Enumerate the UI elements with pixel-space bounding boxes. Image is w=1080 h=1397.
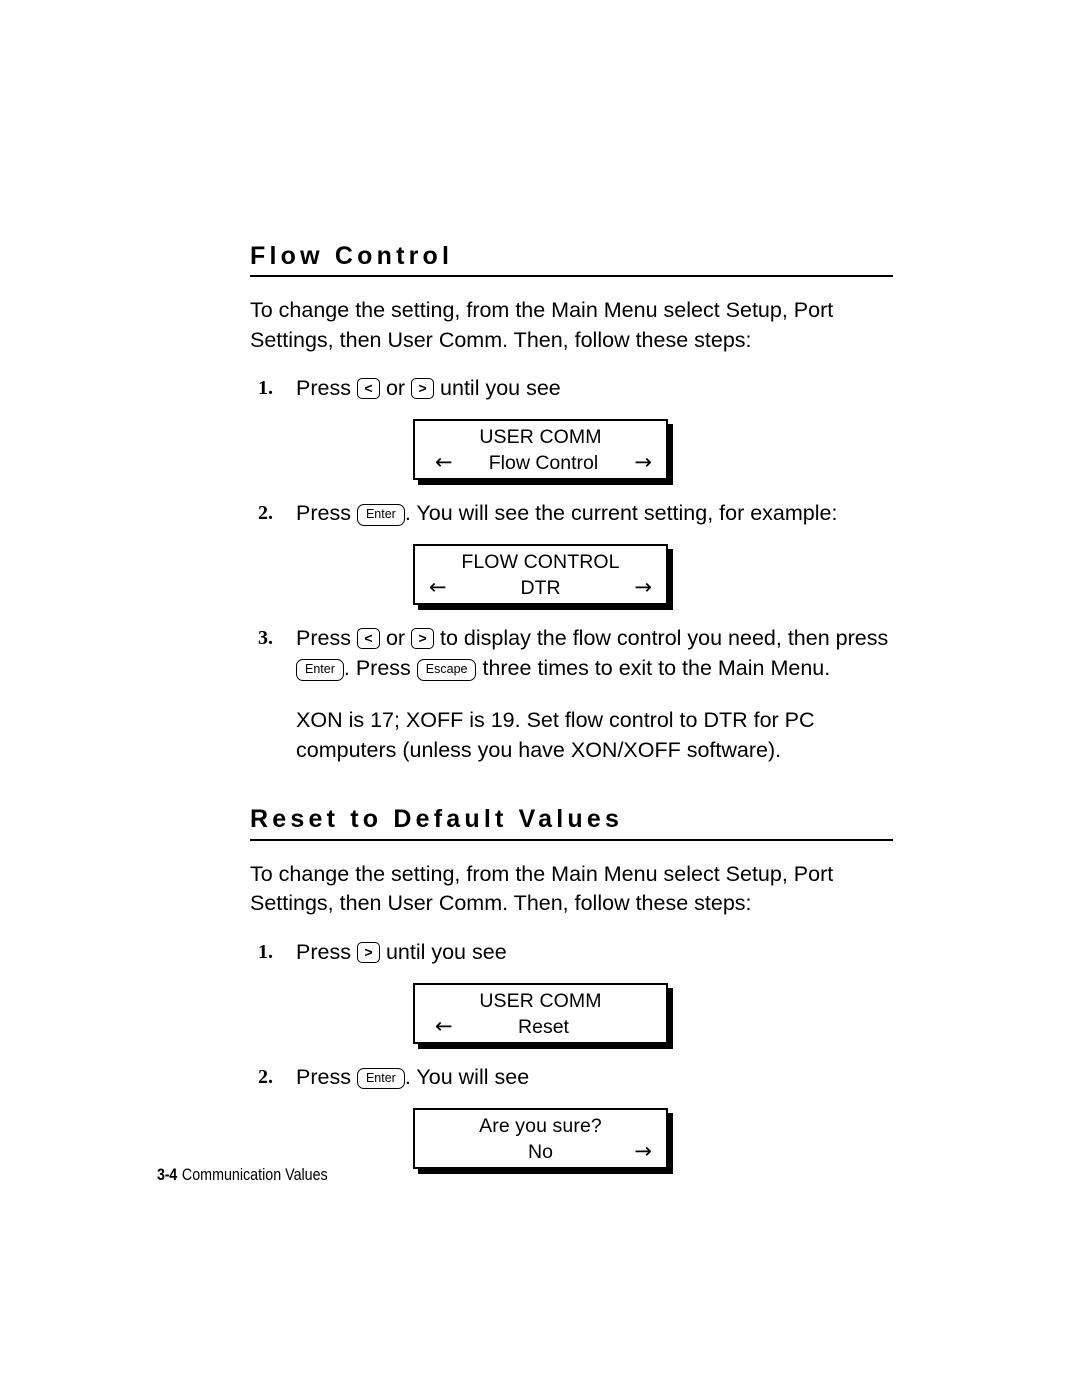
page-content: Flow Control To change the setting, from… xyxy=(250,243,896,1174)
step-text: to display the flow control you need, th… xyxy=(440,626,889,651)
key-enter[interactable]: Enter xyxy=(356,1067,405,1089)
step-item: 1. Press < or > until you see xyxy=(250,373,896,403)
step-item: 2. Press Enter. You will see xyxy=(250,1062,896,1092)
lcd-line-2-row: ← No → xyxy=(415,1139,666,1165)
step-item: 3. Press < or > to display the flow cont… xyxy=(250,623,896,683)
lcd-line-1: USER COMM xyxy=(479,426,602,449)
lcd-display-wrapper: Are you sure? ← No → xyxy=(413,1107,673,1174)
step-note-wrapper: XON is 17; XOFF is 19. Set flow control … xyxy=(250,706,896,765)
footer-page-number: 3-4 xyxy=(157,1165,177,1184)
key-escape[interactable]: Escape xyxy=(416,659,477,681)
step-number: 2. xyxy=(258,1065,273,1088)
lcd-right-arrow-icon: → xyxy=(634,1138,652,1163)
step-text: Press xyxy=(296,626,351,651)
lcd-right-arrow-icon: → xyxy=(634,575,652,600)
lcd-display-user-comm-flow-control: USER COMM ← Flow Control → xyxy=(413,419,668,481)
lcd-line-2: Reset xyxy=(518,1015,569,1038)
key-left-arrow[interactable]: < xyxy=(356,628,380,650)
step-item: 1. Press > until you see xyxy=(250,937,896,967)
key-enter[interactable]: Enter xyxy=(296,659,344,681)
page-footer: 3-4 Communication Values xyxy=(157,1165,328,1185)
step-text: Press xyxy=(296,501,351,526)
lcd-line-2: No xyxy=(528,1140,553,1163)
step-text: until you see xyxy=(385,939,507,964)
lcd-line-2-row: ← Flow Control → xyxy=(415,450,666,476)
lcd-display-wrapper: USER COMM ← Flow Control → xyxy=(413,419,673,486)
step-number: 2. xyxy=(258,502,273,525)
lcd-display-wrapper: USER COMM ← Reset → xyxy=(413,982,673,1049)
section-intro-flow-control: To change the setting, from the Main Men… xyxy=(250,298,834,352)
step-number: 3. xyxy=(258,627,273,650)
key-enter[interactable]: Enter xyxy=(356,504,405,526)
step-text: three times to exit to the Main Menu. xyxy=(482,656,831,681)
flow-control-note: XON is 17; XOFF is 19. Set flow control … xyxy=(296,708,815,762)
section-heading-reset-to-default-values: Reset to Default Values xyxy=(250,806,893,841)
step-text: Press xyxy=(296,376,351,401)
lcd-line-1: USER COMM xyxy=(479,989,602,1012)
lcd-right-arrow-icon: → xyxy=(634,450,652,475)
lcd-display-wrapper: FLOW CONTROL ← DTR → xyxy=(413,544,673,611)
step-text: until you see xyxy=(440,376,561,401)
lcd-line-2: Flow Control xyxy=(488,452,599,475)
step-text: or xyxy=(385,626,406,651)
step-item: 2. Press Enter. You will see the current… xyxy=(250,498,896,528)
lcd-line-1: FLOW CONTROL xyxy=(461,551,620,574)
footer-chapter-title: Communication Values xyxy=(181,1165,328,1184)
key-right-arrow[interactable]: > xyxy=(356,941,380,963)
section-intro-reset: To change the setting, from the Main Men… xyxy=(250,861,834,916)
key-right-arrow[interactable]: > xyxy=(411,378,435,400)
lcd-display-are-you-sure: Are you sure? ← No → xyxy=(413,1107,668,1169)
lcd-line-2-row: ← DTR → xyxy=(415,575,666,601)
step-text: . You will see the current setting, for … xyxy=(404,501,838,526)
lcd-line-2-row: ← Reset → xyxy=(415,1014,666,1040)
key-left-arrow[interactable]: < xyxy=(356,378,380,400)
step-text: . You will see xyxy=(404,1064,530,1089)
section-heading-flow-control: Flow Control xyxy=(250,243,893,278)
lcd-left-arrow-icon: ← xyxy=(429,575,447,600)
document-page: Flow Control To change the setting, from… xyxy=(0,0,1080,1397)
lcd-line-1: Are you sure? xyxy=(479,1114,602,1137)
step-text: Press xyxy=(296,939,351,964)
step-text: or xyxy=(385,376,406,401)
lcd-left-arrow-icon: ← xyxy=(435,1013,453,1038)
lcd-line-2: DTR xyxy=(520,577,561,600)
lcd-display-flow-control-dtr: FLOW CONTROL ← DTR → xyxy=(413,544,668,606)
lcd-left-arrow-icon: ← xyxy=(435,450,453,475)
key-right-arrow[interactable]: > xyxy=(411,628,435,650)
step-text: Press xyxy=(296,1064,351,1089)
step-number: 1. xyxy=(258,377,273,400)
lcd-display-user-comm-reset: USER COMM ← Reset → xyxy=(413,982,668,1044)
step-number: 1. xyxy=(258,940,273,963)
step-text: . Press xyxy=(343,656,411,681)
